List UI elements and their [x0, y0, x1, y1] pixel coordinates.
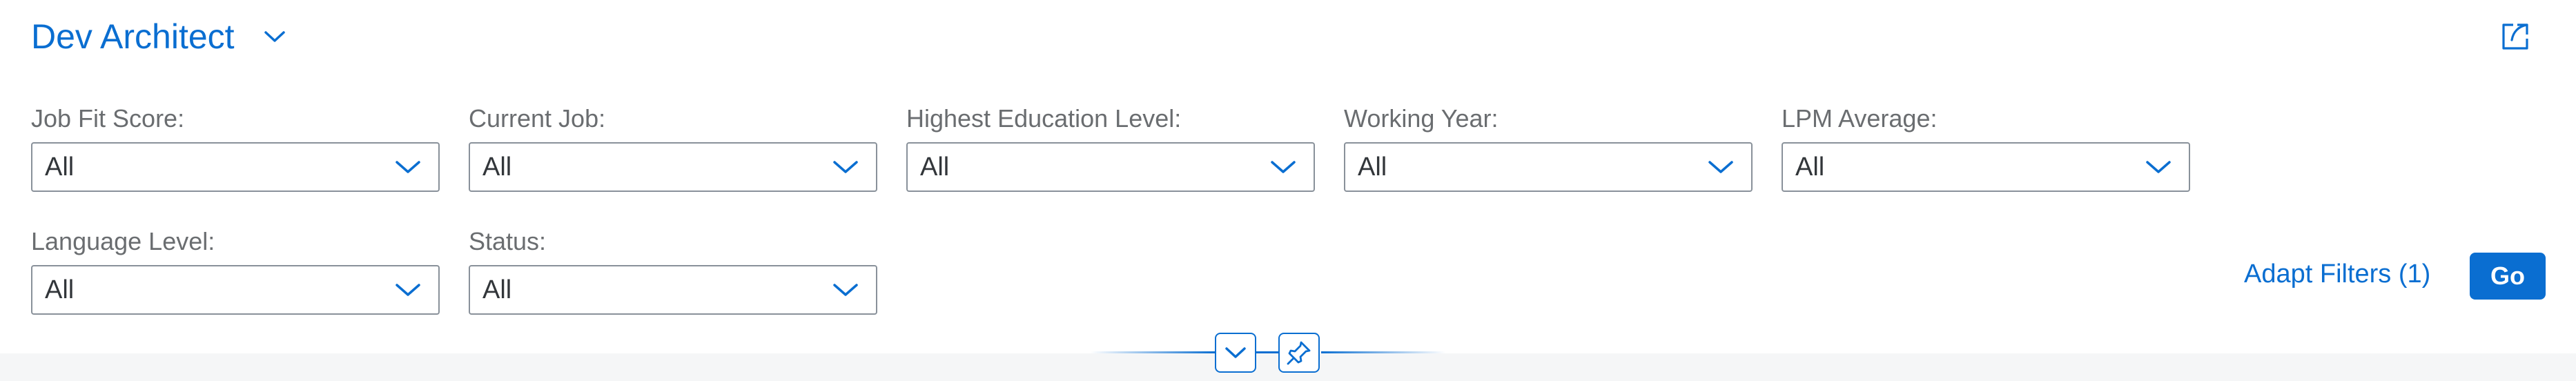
status-select[interactable]: All [469, 265, 877, 315]
chevron-down-icon [830, 152, 861, 182]
lpm-average-select[interactable]: All [1782, 142, 2190, 192]
share-button[interactable] [2496, 17, 2535, 56]
chevron-down-icon [1706, 152, 1736, 182]
page-title: Dev Architect [31, 17, 235, 56]
select-value: All [482, 275, 512, 304]
current-job-select[interactable]: All [469, 142, 877, 192]
select-value: All [482, 152, 512, 182]
divider-line-left [1091, 351, 1215, 353]
filter-current-job: Current Job: All [469, 104, 877, 192]
filter-language-level: Language Level: All [31, 226, 440, 315]
dynamic-page-header: Dev Architect Job Fit Score: All Current… [0, 0, 2576, 353]
chevron-down-icon [1225, 347, 1246, 358]
language-level-select[interactable]: All [31, 265, 440, 315]
filter-label: LPM Average: [1782, 104, 1938, 133]
highest-education-level-select[interactable]: All [906, 142, 1315, 192]
collapse-header-button[interactable] [1215, 333, 1256, 373]
pin-icon [1287, 341, 1311, 365]
share-icon [2502, 23, 2528, 50]
filter-label: Status: [469, 227, 547, 255]
title-row: Dev Architect [31, 12, 289, 61]
pin-header-button[interactable] [1278, 333, 1320, 373]
select-value: All [1795, 152, 1825, 182]
select-value: All [45, 275, 75, 304]
filter-status: Status: All [469, 226, 877, 315]
filter-label: Current Job: [469, 104, 606, 133]
working-year-select[interactable]: All [1344, 142, 1753, 192]
adapt-filters-link[interactable]: Adapt Filters (1) [2244, 260, 2430, 289]
filter-job-fit-score: Job Fit Score: All [31, 104, 440, 192]
go-button[interactable]: Go [2470, 253, 2546, 300]
filter-label: Working Year: [1344, 104, 1499, 133]
chevron-down-icon [393, 275, 423, 305]
select-value: All [920, 152, 950, 182]
divider-line-right [1321, 351, 1445, 353]
filter-lpm-average: LPM Average: All [1782, 104, 2190, 192]
select-value: All [45, 152, 75, 182]
chevron-down-icon [1268, 152, 1298, 182]
filter-highest-education-level: Highest Education Level: All [906, 104, 1315, 192]
chevron-down-icon [2143, 152, 2174, 182]
filter-label: Highest Education Level: [906, 104, 1182, 133]
filter-label: Job Fit Score: [31, 104, 185, 133]
job-fit-score-select[interactable]: All [31, 142, 440, 192]
chevron-down-icon [830, 275, 861, 305]
filter-working-year: Working Year: All [1344, 104, 1753, 192]
select-value: All [1358, 152, 1387, 182]
variant-chevron-down-icon[interactable] [261, 23, 289, 50]
filter-label: Language Level: [31, 227, 215, 255]
chevron-down-icon [393, 152, 423, 182]
